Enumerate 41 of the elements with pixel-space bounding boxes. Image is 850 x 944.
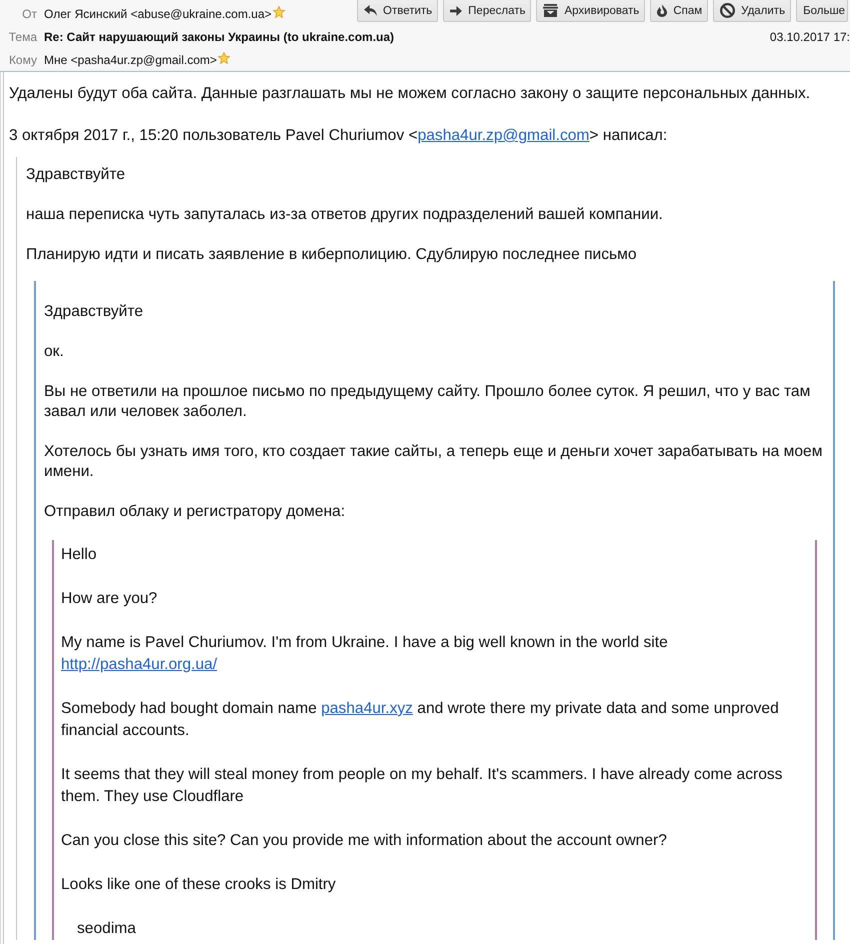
star-icon[interactable] bbox=[272, 6, 285, 18]
message-paragraph: Здравствуйте bbox=[26, 165, 126, 185]
field-label: Кому bbox=[8, 52, 37, 66]
message-paragraph: Can you close this site? Can you provide me with information about the account owner? bbox=[61, 831, 668, 851]
link[interactable]: pasha4ur.xyz bbox=[321, 700, 413, 717]
message-paragraph: Looks like one of these crooks is Dmitry bbox=[61, 875, 337, 895]
star-icon[interactable] bbox=[218, 52, 230, 64]
spam-button[interactable]: Спам bbox=[650, 0, 708, 22]
archive-box-icon bbox=[543, 4, 558, 17]
message-paragraph: наша переписка чуть запуталась из-за ответов других подразделений вашей компании. bbox=[26, 205, 664, 225]
reply-button[interactable]: Ответить bbox=[357, 0, 438, 22]
address-text: Олег Ясинский <abuse@ukraine.com.ua> bbox=[44, 6, 272, 20]
message-paragraph: Удалены будут оба сайта. Данные разглашать мы не можем согласно закону о защите персональных данных. bbox=[9, 84, 812, 104]
field-label: Тема bbox=[8, 30, 37, 44]
link[interactable]: http://pasha4ur.org.ua/ bbox=[61, 656, 218, 673]
field-label: От bbox=[21, 6, 37, 20]
link[interactable]: pasha4ur.zp@gmail.com bbox=[418, 127, 590, 144]
date-text: 03.10.2017 17: bbox=[770, 30, 850, 44]
delete-button[interactable]: Удалить bbox=[713, 0, 792, 22]
message-paragraph: seodima bbox=[77, 919, 137, 939]
message-paragraph: Хотелось бы узнать имя того, кто создает такие сайты, а теперь еще и деньги хочет зарабатывать на моем имени. bbox=[44, 442, 824, 482]
message-paragraph: Отправил облаку и регистратору домена: bbox=[44, 502, 346, 522]
flame-icon bbox=[657, 4, 668, 17]
message-paragraph: It seems that they will steal money from people on my behalf. It's scammers. I have already come across them. They use Cloudflare bbox=[61, 765, 784, 807]
message-paragraph: Вы не ответили на прошлое письмо по предыдущему сайту. Прошло более суток. Я решил, что у вас там завал или человек заболел. bbox=[44, 382, 812, 422]
right-arrow-icon bbox=[450, 6, 462, 16]
subject-text: Re: Сайт нарушающий законы Украины (to ukraine.com.ua) bbox=[44, 30, 394, 44]
message-paragraph: Планирую идти и писать заявление в киберполицию. Сдублирую последнее письмо bbox=[26, 245, 638, 265]
curved-arrow-icon bbox=[364, 5, 377, 16]
address-text: Мне <pasha4ur.zp@gmail.com> bbox=[44, 52, 217, 66]
message-paragraph: My name is Pavel Churiumov. I'm from Ukraine. I have a big well known in the world site http://pasha4ur.org.ua/ bbox=[61, 633, 669, 675]
forward-button[interactable]: Переслать bbox=[443, 0, 532, 22]
message-paragraph: 3 октября 2017 г., 15:20 пользователь Pavel Churiumov <pasha4ur.zp@gmail.com> написал: bbox=[9, 126, 668, 146]
message-paragraph: Somebody had bought domain name pasha4ur.xyz and wrote there my private data and some unproved financial accounts. bbox=[61, 699, 780, 741]
message-paragraph: ок. bbox=[44, 342, 65, 362]
message-paragraph: Здравствуйте bbox=[44, 302, 144, 322]
prohibited-icon bbox=[720, 3, 736, 18]
archive-button[interactable]: Архивировать bbox=[536, 0, 646, 22]
message-paragraph: Hello bbox=[61, 545, 98, 565]
more-button[interactable]: Больше bbox=[796, 0, 848, 22]
message-paragraph: How are you? bbox=[61, 589, 158, 609]
